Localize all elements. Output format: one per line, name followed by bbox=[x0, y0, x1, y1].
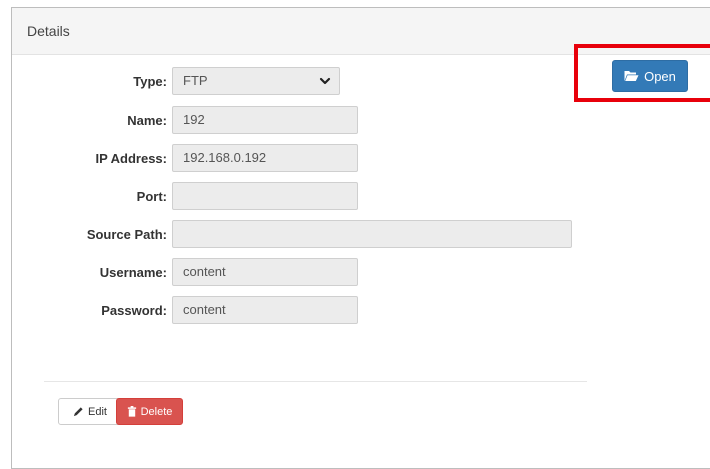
name-field[interactable]: 192 bbox=[172, 106, 358, 134]
form-divider bbox=[44, 381, 587, 382]
name-label: Name: bbox=[127, 113, 167, 128]
type-select-value: FTP bbox=[183, 73, 208, 88]
delete-button-label: Delete bbox=[140, 405, 173, 418]
username-field[interactable]: content bbox=[172, 258, 358, 286]
source-path-field[interactable] bbox=[172, 220, 572, 248]
type-select[interactable]: FTP bbox=[172, 67, 340, 95]
details-panel: Details Type: FTP Name: 192 IP Address: … bbox=[11, 7, 710, 469]
pencil-icon bbox=[73, 407, 83, 417]
password-label: Password: bbox=[101, 303, 167, 318]
type-label: Type: bbox=[133, 74, 167, 89]
chevron-down-icon bbox=[319, 77, 331, 85]
username-label: Username: bbox=[99, 265, 167, 280]
delete-button[interactable]: Delete bbox=[116, 398, 183, 425]
trash-icon bbox=[127, 406, 136, 417]
port-field[interactable] bbox=[172, 182, 358, 210]
password-field[interactable]: content bbox=[172, 296, 358, 324]
open-button-label: Open bbox=[644, 68, 676, 84]
source-path-label: Source Path: bbox=[86, 227, 167, 242]
edit-button[interactable]: Edit bbox=[58, 398, 122, 425]
edit-button-label: Edit bbox=[88, 405, 107, 418]
ip-address-field[interactable]: 192.168.0.192 bbox=[172, 144, 358, 172]
panel-title: Details bbox=[12, 8, 710, 55]
ip-address-label: IP Address: bbox=[95, 151, 167, 166]
port-label: Port: bbox=[136, 189, 167, 204]
open-button[interactable]: Open bbox=[612, 60, 688, 92]
folder-open-icon bbox=[624, 71, 639, 81]
